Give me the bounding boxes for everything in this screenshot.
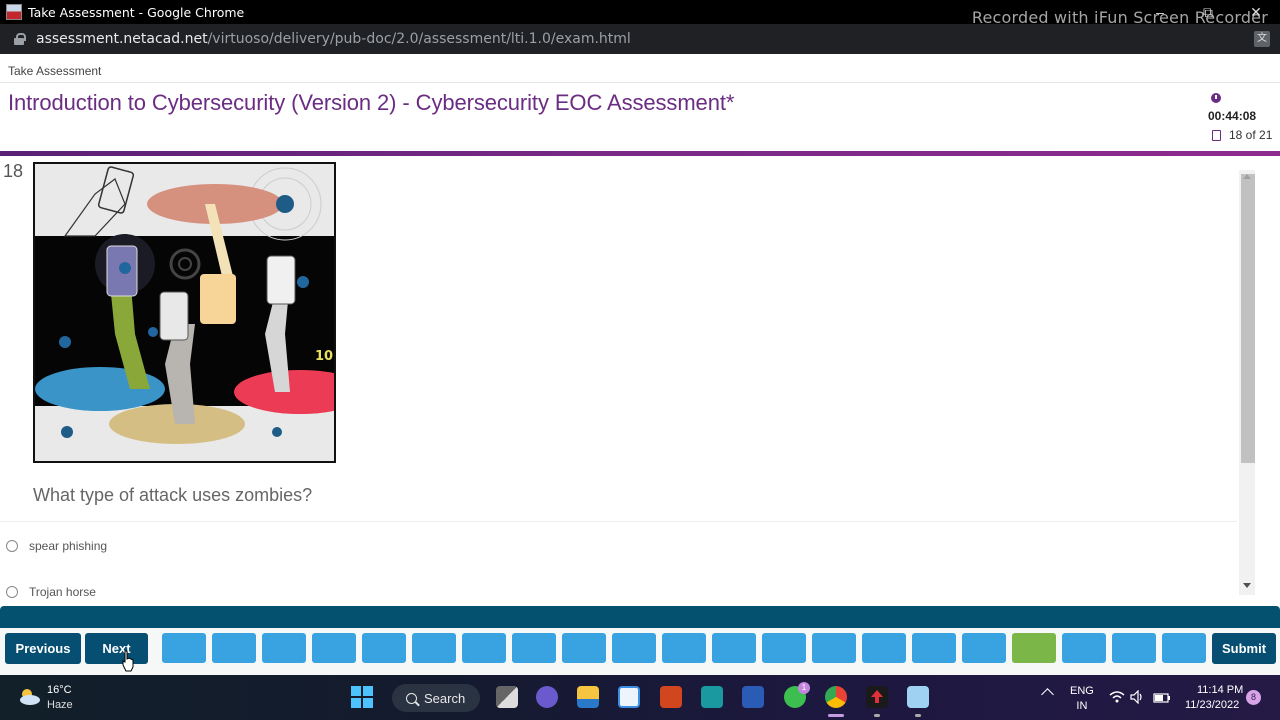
scroll-down-arrow-icon[interactable] [1243,583,1251,588]
notification-badge[interactable]: 8 [1246,690,1261,705]
powerpoint-icon[interactable] [660,686,682,708]
timer: 00:44:08 [1208,109,1257,123]
question-box[interactable] [412,633,456,663]
volume-icon[interactable] [1130,689,1146,707]
lock-icon[interactable] [14,33,26,45]
question-box[interactable] [862,633,906,663]
question-box-current[interactable] [1012,633,1056,663]
breadcrumb: Take Assessment [8,64,102,78]
question-box[interactable] [662,633,706,663]
weather-temperature[interactable]: 16°C [47,684,72,696]
app-running-indicator [915,714,921,717]
question-box[interactable] [212,633,256,663]
nav-header-strip [0,606,1280,628]
hand-cursor-icon [122,650,134,672]
question-progress: 18 of 21 [1229,128,1273,142]
question-text: What type of attack uses zombies? [33,485,313,505]
scroll-up-arrow-icon[interactable] [1243,174,1251,179]
address-bar[interactable]: assessment.netacad.net/virtuoso/delivery… [0,24,1280,54]
clock-date[interactable]: 11/23/2022 [1185,699,1239,711]
zombie-illustration: 10 [35,164,334,461]
question-box[interactable] [1062,633,1106,663]
browser-title-bar: Take Assessment - Google Chrome – ⧉ ✕ [0,0,1280,24]
app-running-indicator [874,714,880,717]
weather-haze-icon[interactable] [17,686,41,706]
question-box[interactable] [762,633,806,663]
weather-description[interactable]: Haze [47,699,73,711]
answer-option[interactable]: Trojan horse [6,585,96,599]
question-box[interactable] [162,633,206,663]
header-accent-bar [0,151,1280,156]
teams-meet-icon[interactable] [536,686,558,708]
start-menu-windows-icon[interactable] [351,686,373,708]
taskbar-search[interactable]: Search [392,684,480,712]
answer-label[interactable]: spear phishing [29,539,107,553]
url-path[interactable]: /virtuoso/delivery/pub-doc/2.0/assessmen… [208,31,631,47]
whatsapp-badge: 1 [798,682,810,694]
question-divider [0,521,1237,522]
search-icon [406,692,417,704]
notepad-icon[interactable] [907,686,929,708]
question-box[interactable] [362,633,406,663]
previous-button[interactable]: Previous [5,633,81,664]
file-explorer-icon[interactable] [577,686,599,708]
answer-option[interactable]: spear phishing [6,539,107,553]
submit-button[interactable]: Submit [1212,633,1276,664]
question-box[interactable] [312,633,356,663]
question-box[interactable] [812,633,856,663]
radio-button[interactable] [6,540,18,552]
page-title: Introduction to Cybersecurity (Version 2… [8,90,735,115]
restore-button[interactable]: ⧉ [1188,0,1228,24]
question-box[interactable] [1112,633,1156,663]
page-icon [1212,130,1221,141]
minimize-button[interactable]: – [1140,0,1180,24]
url-host[interactable]: assessment.netacad.net [36,31,208,47]
clock-time[interactable]: 11:14 PM [1197,684,1243,696]
scrollbar-thumb[interactable] [1241,174,1255,463]
close-button[interactable]: ✕ [1236,0,1276,24]
header-divider [0,82,1280,83]
search-label: Search [424,690,466,706]
question-box[interactable] [262,633,306,663]
question-box[interactable] [1162,633,1206,663]
task-view-icon[interactable] [496,686,518,708]
word-icon[interactable] [742,686,764,708]
microsoft-store-icon[interactable] [618,686,640,708]
question-box[interactable] [612,633,656,663]
question-box[interactable] [912,633,956,663]
chrome-active-indicator [828,714,844,717]
radio-button[interactable] [6,586,18,598]
chrome-icon[interactable] [825,686,847,708]
cisco-favicon-icon [6,4,22,20]
answer-label[interactable]: Trojan horse [29,585,96,599]
question-box[interactable] [562,633,606,663]
question-number: 18 [3,161,24,181]
svg-text:10: 10 [315,349,333,364]
question-box[interactable] [712,633,756,663]
question-box[interactable] [962,633,1006,663]
wifi-icon[interactable] [1109,690,1125,707]
language-code: ENG [1070,685,1094,697]
question-box[interactable] [512,633,556,663]
arduino-icon[interactable] [701,686,723,708]
battery-charging-icon[interactable] [1153,690,1171,707]
language-indicator[interactable]: ENG IN [1070,684,1094,714]
region-code: IN [1076,700,1088,712]
question-box[interactable] [462,633,506,663]
window-title: Take Assessment - Google Chrome [28,4,245,20]
question-image: 10 [33,162,336,463]
next-button[interactable]: Next [85,633,148,664]
translate-icon[interactable]: 文 [1254,31,1270,47]
upload-app-icon[interactable] [866,686,888,708]
clock-icon [1211,93,1221,103]
